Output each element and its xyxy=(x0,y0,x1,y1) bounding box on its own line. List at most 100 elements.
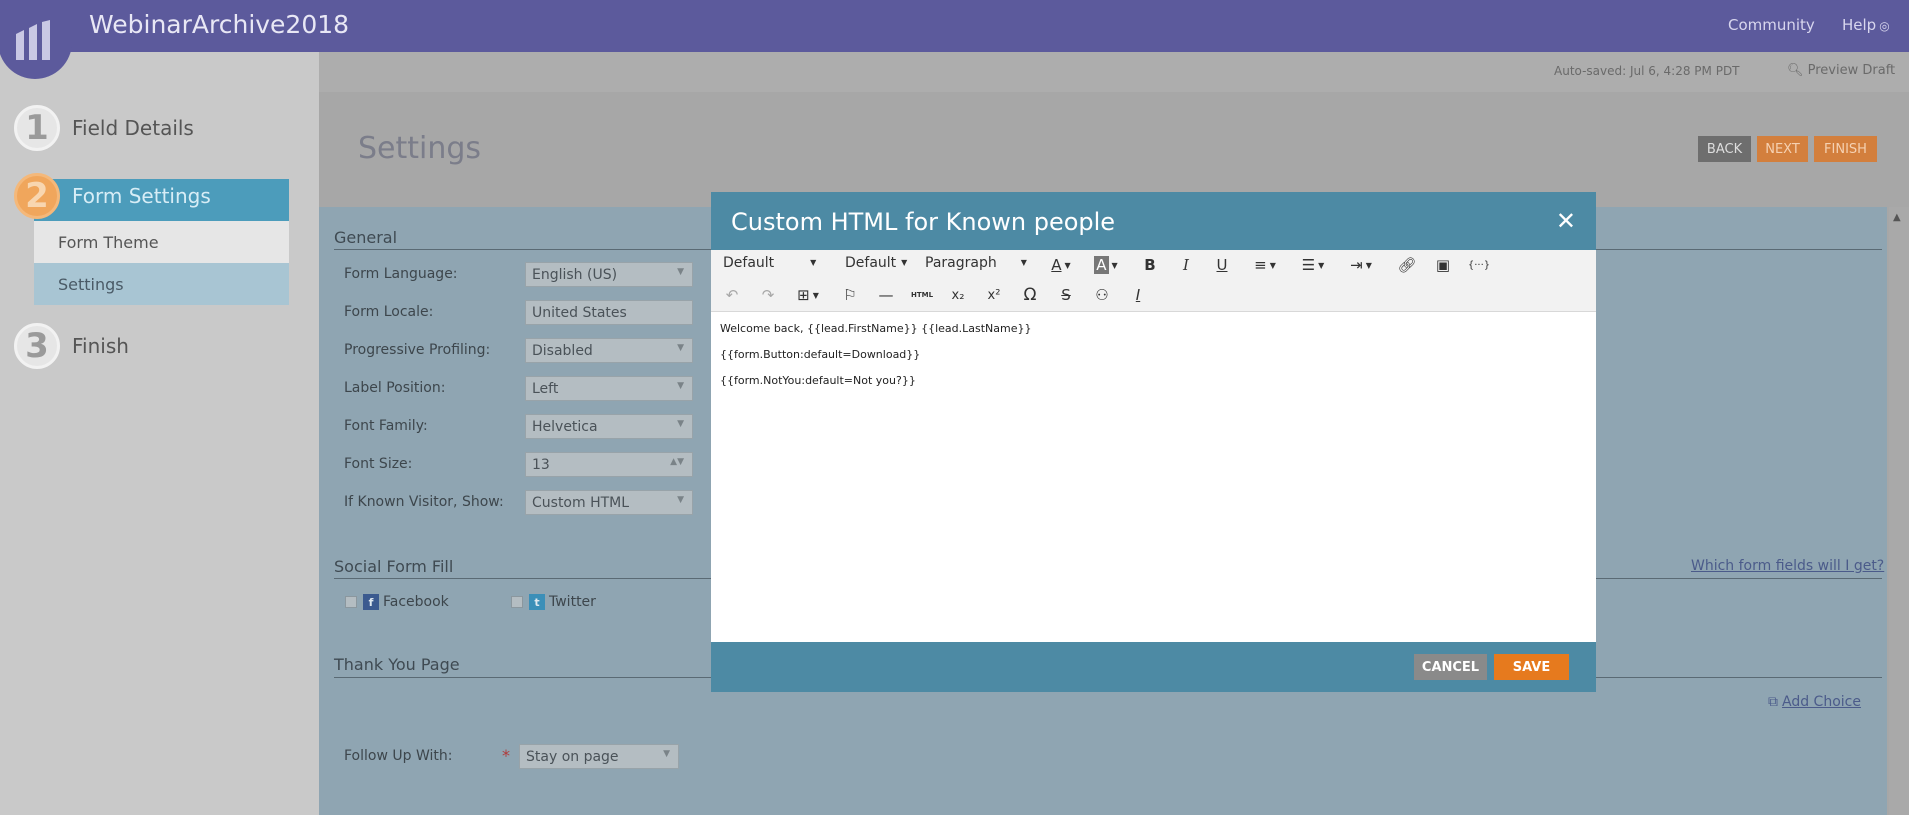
form-locale-select[interactable]: United States xyxy=(525,300,693,325)
font-family-select[interactable]: Helvetica ▼ xyxy=(525,414,693,439)
dropdown-value: Paragraph xyxy=(925,255,997,271)
chevron-down-icon: ▼ xyxy=(677,419,684,429)
strikethrough-icon[interactable]: S xyxy=(1053,283,1079,307)
chevron-down-icon: ▼ xyxy=(677,495,684,505)
twitter-checkbox[interactable] xyxy=(511,596,523,608)
follow-up-select[interactable]: Stay on page ▼ xyxy=(519,744,679,769)
next-button[interactable]: NEXT xyxy=(1757,136,1808,162)
step-number: 1 xyxy=(14,105,60,151)
stepper-icon[interactable]: ▲▼ xyxy=(670,457,684,467)
chevron-down-icon: ▼ xyxy=(1269,260,1276,270)
community-link[interactable]: Community xyxy=(1728,16,1815,34)
known-visitor-select[interactable]: Custom HTML ▼ xyxy=(525,490,693,515)
list-button[interactable]: ☰ ▼ xyxy=(1296,253,1330,277)
cancel-button[interactable]: CANCEL xyxy=(1414,654,1487,680)
clear-formatting-icon[interactable]: I xyxy=(1125,283,1151,307)
format-block-dropdown[interactable]: Paragraph ▼ xyxy=(925,255,1027,271)
label-position-select[interactable]: Left ▼ xyxy=(525,376,693,401)
chevron-down-icon: ▼ xyxy=(663,749,670,759)
chevron-down-icon: ▼ xyxy=(1064,260,1071,270)
form-language-select[interactable]: English (US) ▼ xyxy=(525,262,693,287)
close-icon[interactable]: ✕ xyxy=(1556,207,1576,235)
bullet-list-icon: ☰ xyxy=(1301,256,1316,274)
font-size-label: Font Size: xyxy=(344,456,413,472)
horizontal-rule-icon[interactable]: — xyxy=(873,283,899,307)
facebook-checkbox[interactable] xyxy=(345,596,357,608)
section-thankyou-heading: Thank You Page xyxy=(334,655,460,674)
facebook-option[interactable]: f Facebook xyxy=(345,594,449,610)
chevron-down-icon: ▼ xyxy=(812,290,819,300)
find-replace-icon[interactable]: ⚇ xyxy=(1089,283,1115,307)
font-family-dropdown[interactable]: Default ▼ xyxy=(723,255,816,271)
html-editor-area[interactable]: Welcome back, {{lead.FirstName}} {{lead.… xyxy=(711,312,1596,642)
dialog-footer: CANCEL SAVE xyxy=(711,642,1596,692)
form-language-label: Form Language: xyxy=(344,266,458,282)
text-color-button[interactable]: A ▼ xyxy=(1043,253,1079,277)
bold-icon[interactable]: B xyxy=(1137,253,1163,277)
select-value: Helvetica xyxy=(532,419,598,435)
superscript-icon[interactable]: x² xyxy=(981,283,1007,307)
indent-icon: ⇥ xyxy=(1350,256,1363,274)
editor-line: Welcome back, {{lead.FirstName}} {{lead.… xyxy=(720,322,1032,335)
chevron-down-icon: ▼ xyxy=(677,267,684,277)
step-form-settings[interactable]: 2 Form Settings xyxy=(14,173,211,219)
link-icon[interactable]: 🔗︎ xyxy=(1394,253,1420,277)
label-position-label: Label Position: xyxy=(344,380,446,396)
bookmark-icon[interactable]: ⚐ xyxy=(837,283,863,307)
help-label: Help xyxy=(1842,16,1877,34)
subscript-icon[interactable]: x₂ xyxy=(945,283,971,307)
substep-settings[interactable]: Settings xyxy=(34,263,289,305)
chevron-down-icon: ◎ xyxy=(1879,19,1890,33)
select-value: 13 xyxy=(532,457,550,473)
finish-button[interactable]: FINISH xyxy=(1814,136,1877,162)
chevron-down-icon: ▼ xyxy=(1020,258,1027,267)
select-value: United States xyxy=(532,305,627,321)
image-icon[interactable]: ▣ xyxy=(1430,253,1456,277)
italic-icon[interactable]: I xyxy=(1173,253,1199,277)
select-value: Stay on page xyxy=(526,749,619,765)
preview-draft-link[interactable]: 🔍︎ Preview Draft xyxy=(1787,63,1895,78)
section-social-heading: Social Form Fill xyxy=(334,557,454,576)
table-button[interactable]: ⊞ ▼ xyxy=(791,283,825,307)
indent-button[interactable]: ⇥ ▼ xyxy=(1344,253,1378,277)
step-label: Finish xyxy=(72,334,129,358)
substep-form-theme[interactable]: Form Theme xyxy=(34,221,289,263)
top-bar: WebinarArchive2018 Community Help ◎ xyxy=(0,0,1909,52)
follow-up-label: Follow Up With: xyxy=(344,748,453,764)
editor-line: {{form.Button:default=Download}} xyxy=(720,348,921,361)
step-finish[interactable]: 3 Finish xyxy=(14,323,129,369)
dropdown-value: Default xyxy=(845,255,897,271)
select-value: English (US) xyxy=(532,267,618,283)
html-source-button[interactable]: HTML xyxy=(909,283,935,307)
redo-icon[interactable]: ↷ xyxy=(755,283,781,307)
back-button[interactable]: BACK xyxy=(1698,136,1751,162)
help-link[interactable]: Help ◎ xyxy=(1842,16,1890,34)
toolbar-row: Default ▼ Default ▼ Paragraph ▼ A ▼ A ▼ B I U… xyxy=(711,251,1596,279)
font-size-stepper[interactable]: 13 ▲▼ xyxy=(525,452,693,477)
text-color-icon: A xyxy=(1051,256,1062,274)
special-character-icon[interactable]: Ω xyxy=(1017,283,1043,307)
add-choice-link[interactable]: ⧉ Add Choice xyxy=(1768,694,1861,710)
editor-line: {{form.NotYou:default=Not you?}} xyxy=(720,374,916,387)
underline-icon[interactable]: U xyxy=(1209,253,1235,277)
font-size-dropdown[interactable]: Default ▼ xyxy=(845,255,907,271)
step-field-details[interactable]: 1 Field Details xyxy=(14,105,194,151)
scroll-up-icon[interactable]: ▲ xyxy=(1893,212,1901,223)
save-button[interactable]: SAVE xyxy=(1494,654,1569,680)
autosave-status: Auto-saved: Jul 6, 4:28 PM PDT xyxy=(1554,64,1740,78)
chevron-down-icon: ▼ xyxy=(1365,260,1372,270)
logo[interactable] xyxy=(0,0,72,79)
twitter-option[interactable]: t Twitter xyxy=(511,594,596,610)
token-icon[interactable]: {···} xyxy=(1466,253,1492,277)
which-fields-link[interactable]: Which form fields will I get? xyxy=(1691,558,1884,574)
select-value: Disabled xyxy=(532,343,593,359)
background-color-button[interactable]: A ▼ xyxy=(1088,253,1124,277)
dropdown-value: Default xyxy=(723,255,775,271)
undo-icon[interactable]: ↶ xyxy=(719,283,745,307)
form-locale-label: Form Locale: xyxy=(344,304,434,320)
toolbar-row: ↶ ↷ ⊞ ▼ ⚐ — HTML x₂ x² Ω S ⚇ I xyxy=(711,281,1596,309)
align-button[interactable]: ≡ ▼ xyxy=(1248,253,1282,277)
step-label: Form Settings xyxy=(72,184,211,208)
progressive-profiling-select[interactable]: Disabled ▼ xyxy=(525,338,693,363)
scrollbar[interactable] xyxy=(1889,207,1909,815)
